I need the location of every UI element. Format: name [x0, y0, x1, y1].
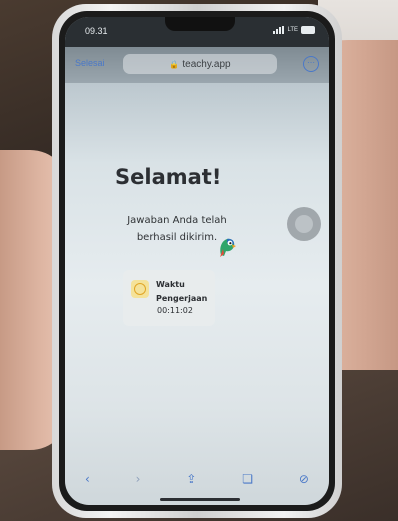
work-time-label-line2: Pengerjaan: [156, 294, 208, 303]
work-time-label-line1: Waktu: [156, 280, 185, 289]
status-indicators: LTE: [273, 26, 315, 34]
forward-icon[interactable]: ›: [136, 472, 141, 486]
browser-toolbar: ‹ › ⇪ ❏ ⊘: [75, 467, 319, 491]
more-options-button[interactable]: ⋯: [303, 56, 319, 72]
parrot-mascot-icon: [220, 238, 236, 257]
status-bar: 09.31 LTE: [65, 17, 329, 47]
clock-icon: [131, 280, 149, 298]
browser-bar: Selesai 🔒 teachy.app ⋯: [65, 47, 329, 83]
page-title: Selamat!: [115, 165, 222, 189]
phone-frame: 09.31 LTE Selesai 🔒 teachy.app ⋯ Selamat…: [52, 4, 342, 518]
assistive-touch-button[interactable]: [287, 207, 321, 241]
status-time: 09.31: [85, 26, 108, 36]
work-time-value: 00:11:02: [157, 306, 193, 315]
work-time-label: Waktu Pengerjaan: [156, 278, 207, 306]
bookmarks-icon[interactable]: ❏: [242, 472, 253, 486]
phone-bezel: 09.31 LTE Selesai 🔒 teachy.app ⋯ Selamat…: [59, 11, 335, 511]
tabs-icon[interactable]: ⊘: [299, 472, 309, 486]
share-icon[interactable]: ⇪: [186, 472, 196, 486]
url-field[interactable]: 🔒 teachy.app: [123, 54, 277, 74]
back-icon[interactable]: ‹: [85, 472, 90, 486]
home-indicator[interactable]: [160, 498, 240, 501]
notch: [165, 17, 235, 31]
lock-icon: 🔒: [169, 59, 180, 69]
url-text: teachy.app: [182, 58, 231, 70]
network-label: LTE: [287, 27, 298, 33]
done-button[interactable]: Selesai: [75, 58, 105, 68]
signal-icon: [273, 26, 285, 34]
phone-screen: 09.31 LTE Selesai 🔒 teachy.app ⋯ Selamat…: [65, 17, 329, 505]
work-time-card: Waktu Pengerjaan 00:11:02: [123, 270, 215, 326]
battery-icon: [301, 26, 315, 34]
